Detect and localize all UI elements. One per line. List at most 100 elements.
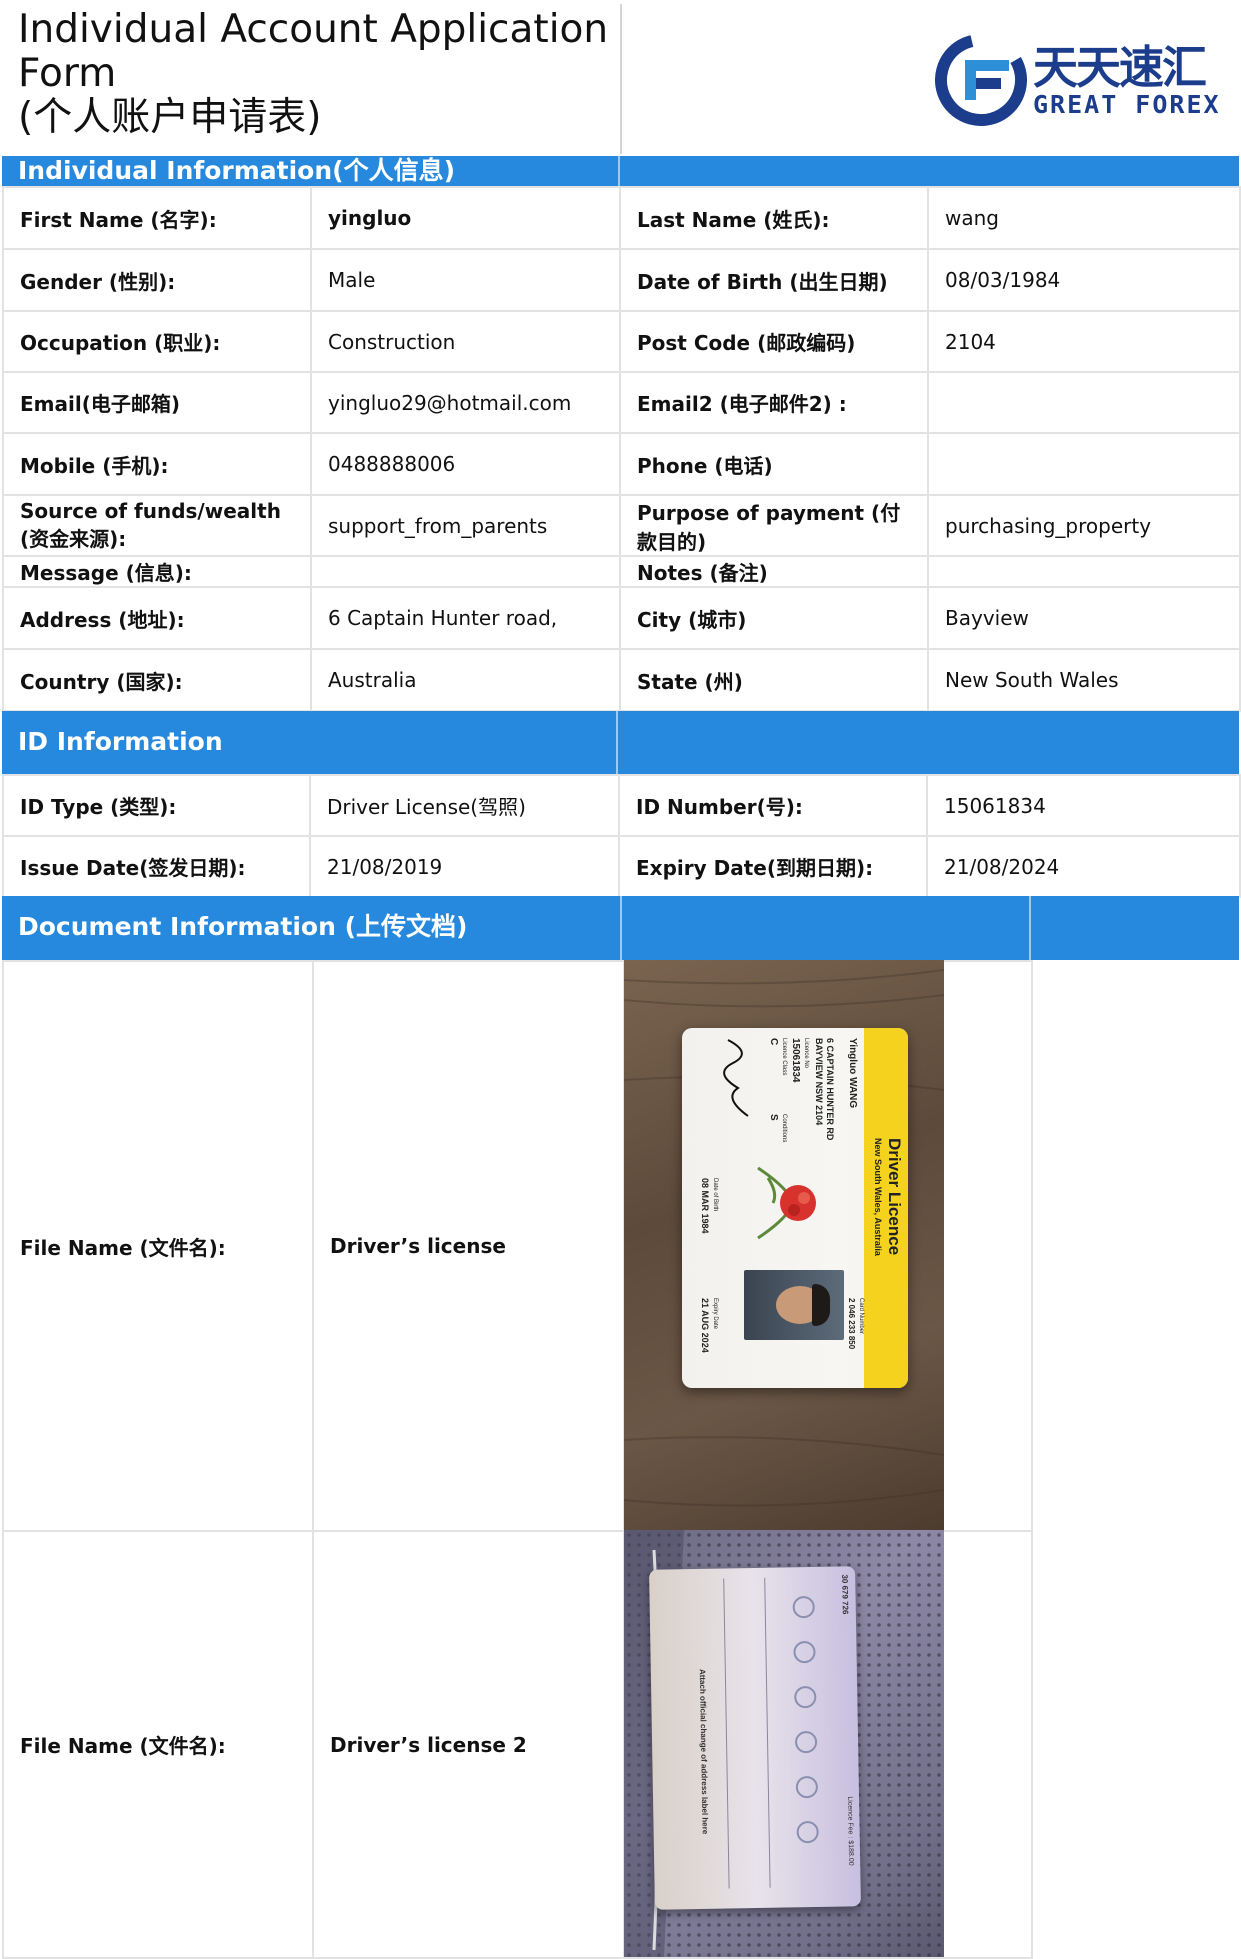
card-back-text-block: 30 679 726 Licence Fee : $188.00 Attach … <box>649 1566 861 1910</box>
field-label: Notes (备注) <box>619 555 929 588</box>
field-value: 2104 <box>927 310 1241 373</box>
section-bar-divider <box>618 156 620 186</box>
licence-number-label: Licence No <box>803 1038 809 1069</box>
field-value: Australia <box>310 648 621 712</box>
licence-address-line2: BAYVIEW NSW 2104 <box>814 1038 824 1126</box>
field-label: Source of funds/wealth (资金来源): <box>2 494 312 557</box>
title-line-1: Individual Account Application <box>18 7 609 52</box>
field-label: City (城市) <box>619 586 929 650</box>
form-row: Mobile (手机): 0488888006 Phone (电话) <box>2 432 1241 496</box>
individual-info-table: First Name (名字): yingluo Last Name (姓氏): wa… <box>2 186 1241 712</box>
form-row: Occupation (职业): Construction Post Code (邮… <box>2 310 1241 373</box>
application-form-page: Individual Account Application Form (个人账… <box>0 0 1241 1959</box>
id-info-section-bar: ID Information <box>2 711 1239 774</box>
licence-class-label: Licence Class <box>781 1038 787 1076</box>
logo-mark-icon <box>935 34 1027 126</box>
drivers-license-front-photo: Driver Licence New South Wales, Australi… <box>624 960 944 1530</box>
individual-info-section-bar: Individual Information(个人信息) <box>2 156 1239 186</box>
field-value: Bayview <box>927 586 1241 650</box>
waratah-flower-icon <box>757 1166 816 1240</box>
field-label: Mobile (手机): <box>2 432 312 496</box>
file-name-value: Driver’s license <box>312 960 625 1532</box>
licence-dob: 08 MAR 1984 <box>700 1178 710 1234</box>
section-bar-divider <box>1029 896 1031 960</box>
field-label: Email2 (电子邮件2) : <box>619 371 929 434</box>
field-label: ID Type (类型): <box>2 774 311 837</box>
card-text-block: Driver Licence New South Wales, Australi… <box>682 1028 908 1388</box>
logo-chinese-text: 天天速汇 <box>1033 41 1207 94</box>
security-pattern-icon <box>792 1596 819 1844</box>
document-row: File Name (文件名): Driver’s license 2 <box>2 1530 1240 1959</box>
field-label: Post Code (邮政编码) <box>619 310 929 373</box>
file-name-label: File Name (文件名): <box>2 1530 314 1959</box>
great-forex-logo: 天天速汇 GREAT FOREX <box>935 34 1235 126</box>
field-value <box>927 371 1241 434</box>
form-row: Issue Date(签发日期): 21/08/2019 Expiry Date(到… <box>2 835 1241 898</box>
field-label: Expiry Date(到期日期): <box>618 835 928 898</box>
field-label: Issue Date(签发日期): <box>2 835 311 898</box>
form-row: Address (地址): 6 Captain Hunter road, City … <box>2 586 1241 650</box>
form-title: Individual Account Application Form (个人账… <box>18 8 618 140</box>
field-value: purchasing_property <box>927 494 1241 557</box>
field-label: Country (国家): <box>2 648 312 712</box>
form-row: Country (国家): Australia State (州) New South… <box>2 648 1241 712</box>
licence-class: C <box>768 1038 779 1046</box>
logo-english-text: GREAT FOREX <box>1033 90 1221 119</box>
field-label: Message (信息): <box>2 555 312 588</box>
field-value: 15061834 <box>926 774 1241 837</box>
field-label: Date of Birth (出生日期) <box>619 248 929 312</box>
drivers-license-back-photo: 30 679 726 Licence Fee : $188.00 Attach … <box>624 1530 944 1957</box>
field-label: Purpose of payment (付款目的) <box>619 494 929 557</box>
field-label: ID Number(号): <box>618 774 928 837</box>
field-value: Male <box>310 248 621 312</box>
card-back-address-note: Attach official change of address label … <box>697 1668 710 1835</box>
licence-holder-name: Yingluo WANG <box>847 1038 858 1109</box>
field-value <box>927 432 1241 496</box>
card-back-conditions-box <box>723 1577 771 1889</box>
form-row: Source of funds/wealth (资金来源): support_fr… <box>2 494 1241 557</box>
licence-expiry: 21 AUG 2024 <box>700 1298 710 1353</box>
section-bar-divider <box>620 896 622 960</box>
empty-cell <box>1031 961 1240 1531</box>
id-info-table: ID Type (类型): Driver License(驾照) ID Number… <box>2 774 1241 898</box>
field-value: Construction <box>310 310 621 373</box>
signature-icon <box>723 1039 749 1117</box>
field-value: 08/03/1984 <box>927 248 1241 312</box>
document-info-section-bar: Document Information (上传文档) <box>2 896 1239 960</box>
licence-card-number-label: Card Number <box>858 1298 864 1335</box>
licence-back-card: 30 679 726 Licence Fee : $188.00 Attach … <box>649 1566 861 1910</box>
field-label: Last Name (姓氏): <box>619 186 929 250</box>
licence-card-number: 2 046 233 850 <box>847 1298 856 1350</box>
document-info-section-title: Document Information (上传文档) <box>18 912 468 941</box>
licence-expiry-label: Expiry Date <box>712 1298 718 1330</box>
field-label: Gender (性别): <box>2 248 312 312</box>
field-label: Email(电子邮箱) <box>2 371 312 434</box>
section-bar-divider <box>616 711 618 774</box>
field-value: New South Wales <box>927 648 1241 712</box>
field-value: wang <box>927 186 1241 250</box>
form-row: Message (信息): Notes (备注) <box>2 555 1241 588</box>
form-row: First Name (名字): yingluo Last Name (姓氏): wa… <box>2 186 1241 250</box>
card-back-fee: Licence Fee : $188.00 <box>846 1796 855 1866</box>
file-name-label: File Name (文件名): <box>2 960 314 1532</box>
card-back-number: 30 679 726 <box>840 1574 850 1615</box>
field-label: Occupation (职业): <box>2 310 312 373</box>
form-row: Gender (性别): Male Date of Birth (出生日期) 08/0… <box>2 248 1241 312</box>
licence-conditions-label: Conditions <box>781 1114 787 1143</box>
field-value: 6 Captain Hunter road, <box>310 586 621 650</box>
licence-address-line1: 6 CAPTAIN HUNTER RD <box>825 1038 835 1141</box>
licence-title: Driver Licence <box>885 1138 904 1256</box>
document-row: File Name (文件名): Driver’s license <box>2 960 1240 1532</box>
individual-info-section-title: Individual Information(个人信息) <box>18 156 456 185</box>
field-value: 21/08/2019 <box>309 835 620 898</box>
field-value <box>927 555 1241 588</box>
holder-hair <box>812 1284 830 1326</box>
field-value: support_from_parents <box>310 494 621 557</box>
field-value: Driver License(驾照) <box>309 774 620 837</box>
form-header: Individual Account Application Form (个人账… <box>2 4 1239 154</box>
field-label: Address (地址): <box>2 586 312 650</box>
document-info-table: File Name (文件名): Driver’s license File N… <box>2 960 1240 1959</box>
holder-photo <box>744 1270 844 1340</box>
form-row: Email(电子邮箱) yingluo29@hotmail.com Email2 (… <box>2 371 1241 434</box>
licence-dob-label: Date of Birth <box>712 1178 718 1212</box>
